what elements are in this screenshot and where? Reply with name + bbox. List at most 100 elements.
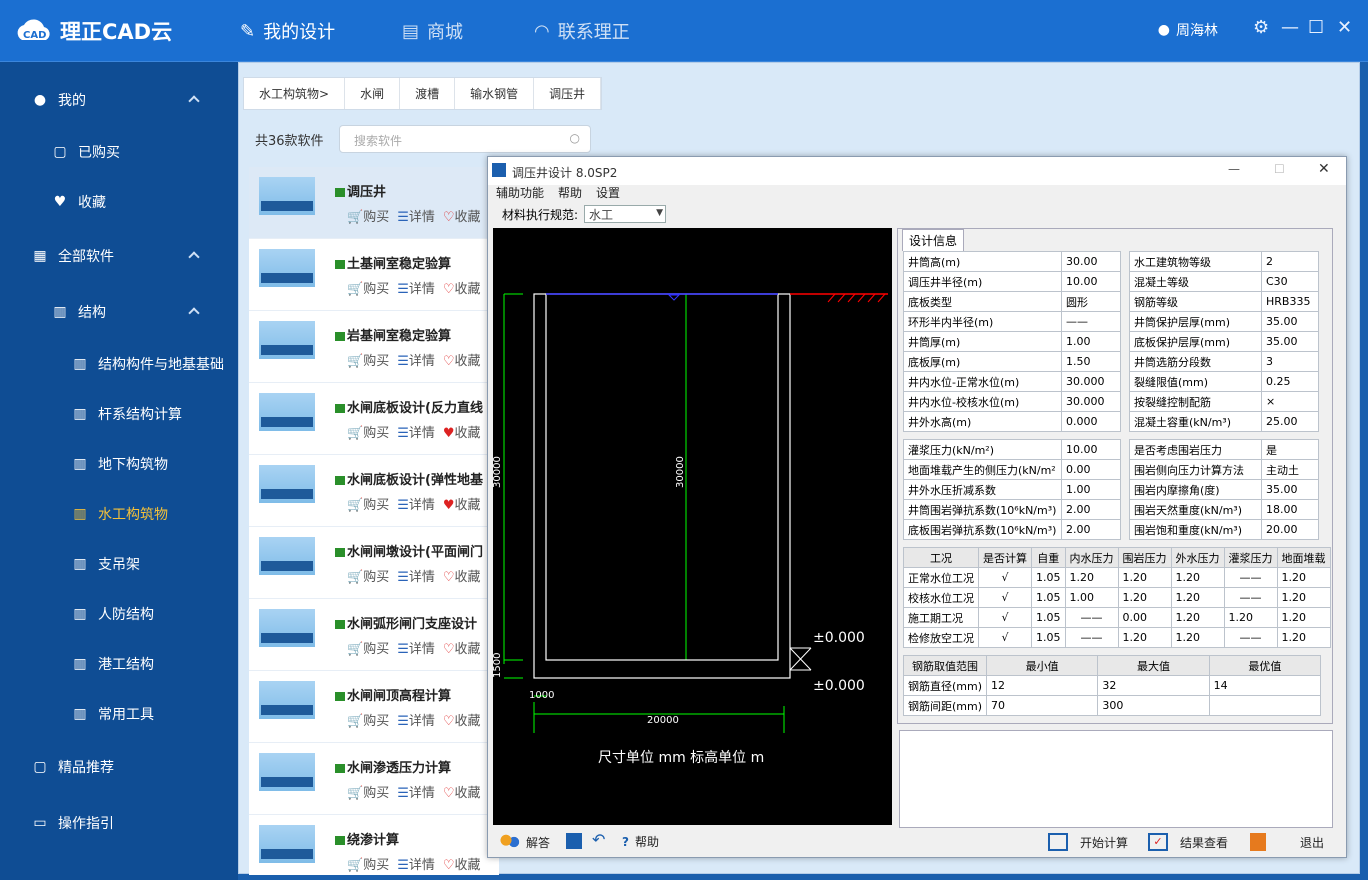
rebar-value[interactable]: 12 [986,675,1099,696]
rebar-value[interactable]: 70 [986,695,1099,716]
favorite-button[interactable]: ♡收藏 [443,858,481,873]
rebar-value[interactable] [1208,695,1322,716]
param-value-field[interactable]: 35.00 [1261,311,1319,332]
nav-store[interactable]: ▤ 商城 [402,18,463,44]
case-value[interactable]: —— [1223,627,1278,648]
favorite-button[interactable]: ♡收藏 [443,642,481,657]
case-value[interactable]: √ [978,607,1032,628]
case-value[interactable]: 1.05 [1031,627,1066,648]
param-value-field[interactable]: 1.50 [1061,351,1121,372]
sidebar-recommended[interactable]: ▢ 精品推荐 [0,742,238,792]
param-value-field[interactable]: 30.00 [1061,251,1121,272]
software-list-item[interactable]: 岩基闸室稳定验算 🛒购买 ☰详情 ♡收藏 [249,311,499,383]
case-value[interactable]: √ [978,567,1032,588]
menu-settings[interactable]: 设置 [596,184,620,204]
case-value[interactable]: 1.00 [1064,587,1119,608]
case-value[interactable]: 1.20 [1117,567,1172,588]
sidebar-item-category[interactable]: ▥ 结构构件与地基基础 [0,339,238,389]
exit-button[interactable]: 退出 [1250,833,1324,851]
software-list-item[interactable]: 调压井 🛒购买 ☰详情 ♡收藏 [249,167,499,239]
case-value[interactable]: —— [1223,567,1278,588]
case-value[interactable]: 1.20 [1276,587,1331,608]
favorite-button[interactable]: ♡收藏 [443,354,481,369]
tab-item[interactable]: 渡槽 [400,78,456,109]
detail-button[interactable]: ☰详情 [397,858,435,873]
cad-drawing-view[interactable]: 30000 30000 1500 1000 20000 ±0.000 ±0.00… [493,228,892,825]
minimize-icon[interactable]: — [1228,162,1240,176]
menu-help[interactable]: 帮助 [558,184,582,204]
param-value-field[interactable]: 2.00 [1061,519,1121,540]
detail-button[interactable]: ☰详情 [397,426,435,441]
favorite-button[interactable]: ♡收藏 [443,714,481,729]
user-menu[interactable]: ● 周海林 [1158,20,1218,40]
case-value[interactable]: 1.20 [1276,627,1331,648]
sidebar-item-category[interactable]: ▥ 地下构筑物 [0,439,238,489]
detail-button[interactable]: ☰详情 [397,714,435,729]
rebar-value[interactable]: 32 [1097,675,1210,696]
favorite-button[interactable]: ♥收藏 [443,498,481,513]
detail-button[interactable]: ☰详情 [397,570,435,585]
param-value-field[interactable]: 30.000 [1061,391,1121,412]
close-icon[interactable]: ✕ [1337,17,1352,38]
save-icon[interactable] [566,833,582,849]
detail-button[interactable]: ☰详情 [397,498,435,513]
param-value-field[interactable]: C30 [1261,271,1319,292]
case-value[interactable]: 1.20 [1117,587,1172,608]
case-value[interactable]: 1.20 [1170,567,1225,588]
param-value-field[interactable]: 30.000 [1061,371,1121,392]
param-value-field[interactable]: 主动土 [1261,459,1319,480]
param-value-field[interactable]: 10.00 [1061,439,1121,460]
software-list-item[interactable]: 水闸弧形闸门支座设计 🛒购买 ☰详情 ♡收藏 [249,599,499,671]
case-value[interactable]: 1.20 [1223,607,1278,628]
maximize-icon[interactable]: ☐ [1274,162,1285,176]
software-list-item[interactable]: 水闸底板设计(反力直线 🛒购买 ☰详情 ♥收藏 [249,383,499,455]
case-value[interactable]: 1.20 [1276,607,1331,628]
sidebar-structure[interactable]: ▥ 结构 [0,287,238,337]
param-value-field[interactable]: × [1261,391,1319,412]
sidebar-all-software[interactable]: ▦ 全部软件 [0,231,238,281]
buy-button[interactable]: 🛒购买 [347,786,389,801]
case-value[interactable]: 1.20 [1170,587,1225,608]
spec-select[interactable]: 水工 ▼ [584,205,667,223]
software-list-item[interactable]: 水闸闸顶高程计算 🛒购买 ☰详情 ♡收藏 [249,671,499,743]
view-results-button[interactable]: ✓ 结果查看 [1148,833,1228,851]
tab-item[interactable]: 水闸 [345,78,401,109]
favorite-button[interactable]: ♡收藏 [443,786,481,801]
case-value[interactable]: √ [978,627,1032,648]
maximize-icon[interactable]: ☐ [1308,17,1324,38]
case-value[interactable]: 1.20 [1064,567,1119,588]
software-list-item[interactable]: 水闸闸墩设计(平面闸门 🛒购买 ☰详情 ♡收藏 [249,527,499,599]
buy-button[interactable]: 🛒购买 [347,714,389,729]
param-value-field[interactable]: 2.00 [1061,499,1121,520]
buy-button[interactable]: 🛒购买 [347,858,389,873]
sidebar-item-category[interactable]: ▥ 水工构筑物 [0,489,238,539]
buy-button[interactable]: 🛒购买 [347,570,389,585]
detail-button[interactable]: ☰详情 [397,354,435,369]
favorite-button[interactable]: ♡收藏 [443,570,481,585]
favorite-button[interactable]: ♥收藏 [443,426,481,441]
buy-button[interactable]: 🛒购买 [347,210,389,225]
param-value-field[interactable]: 0.25 [1261,371,1319,392]
detail-button[interactable]: ☰详情 [397,282,435,297]
buy-button[interactable]: 🛒购买 [347,282,389,297]
software-list-item[interactable]: 土基闸室稳定验算 🛒购买 ☰详情 ♡收藏 [249,239,499,311]
param-value-field[interactable]: —— [1061,311,1121,332]
sidebar-item-category[interactable]: ▥ 人防结构 [0,589,238,639]
sidebar-item-category[interactable]: ▥ 常用工具 [0,689,238,739]
buy-button[interactable]: 🛒购买 [347,354,389,369]
param-value-field[interactable]: 3 [1261,351,1319,372]
param-value-field[interactable]: 10.00 [1061,271,1121,292]
tab-design-info[interactable]: 设计信息 [902,229,965,251]
sidebar-bought[interactable]: ▢ 已购买 [0,127,238,177]
buy-button[interactable]: 🛒购买 [347,642,389,657]
search-input[interactable]: 搜索软件 ○ [339,125,591,153]
rebar-value[interactable]: 14 [1208,675,1322,696]
case-value[interactable]: 1.20 [1276,567,1331,588]
gear-icon[interactable]: ⚙ [1253,17,1269,38]
case-value[interactable]: —— [1064,627,1119,648]
software-list-item[interactable]: 绕渗计算 🛒购买 ☰详情 ♡收藏 [249,815,499,875]
case-value[interactable]: —— [1064,607,1119,628]
favorite-button[interactable]: ♡收藏 [443,282,481,297]
case-value[interactable]: 1.20 [1170,627,1225,648]
nav-my-design[interactable]: ✎ 我的设计 [240,18,335,44]
